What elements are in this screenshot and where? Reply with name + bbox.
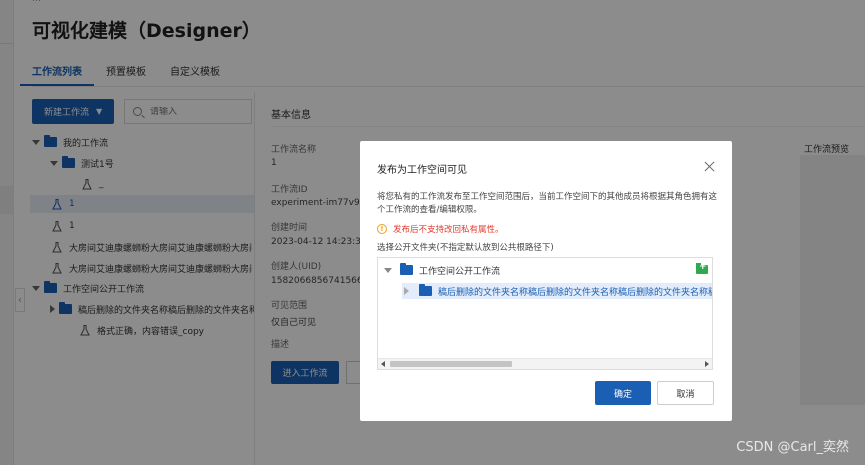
close-icon[interactable] (704, 161, 715, 172)
folder-icon (400, 263, 413, 275)
warning-icon: ! (377, 224, 387, 234)
expand-icon[interactable] (404, 287, 409, 295)
add-folder-icon[interactable] (696, 262, 708, 274)
folder-select-label: 选择公开文件夹(不指定默认放到公共根路径下) (377, 243, 554, 253)
confirm-button[interactable]: 确定 (595, 381, 651, 405)
horizontal-scrollbar[interactable] (378, 358, 712, 369)
folder-node-root[interactable]: 工作空间公开工作流 (384, 262, 684, 278)
dialog-title: 发布为工作空间可见 (377, 165, 467, 176)
watermark: CSDN @Carl_奕然 (736, 440, 849, 455)
cancel-button[interactable]: 取消 (657, 381, 714, 405)
warning-text: 发布后不支持改回私有属性。 (393, 225, 504, 235)
publish-dialog: 发布为工作空间可见 将您私有的工作流发布至工作空间范围后，当前工作空间下的其他成… (360, 141, 732, 421)
folder-picker: 工作空间公开工作流 稿后删除的文件夹名称稿后删除的文件夹名称稿后删除的文件夹名称… (377, 257, 713, 370)
scroll-left-icon[interactable] (381, 361, 385, 367)
folder-node-label: 工作空间公开工作流 (419, 266, 501, 277)
folder-node-label: 稿后删除的文件夹名称稿后删除的文件夹名称稿后删除的文件夹名称稿后删除的文件夹名称 (438, 287, 712, 298)
expand-icon[interactable] (384, 267, 392, 273)
folder-node-child[interactable]: 稿后删除的文件夹名称稿后删除的文件夹名称稿后删除的文件夹名称稿后删除的文件夹名称 (402, 283, 712, 299)
scroll-right-icon[interactable] (705, 361, 709, 367)
dialog-warning: ! 发布后不支持改回私有属性。 (377, 223, 504, 235)
folder-icon (419, 284, 432, 296)
scrollbar-thumb[interactable] (390, 361, 512, 367)
dialog-description: 将您私有的工作流发布至工作空间范围后，当前工作空间下的其他成员将根据其角色拥有这… (377, 192, 718, 215)
